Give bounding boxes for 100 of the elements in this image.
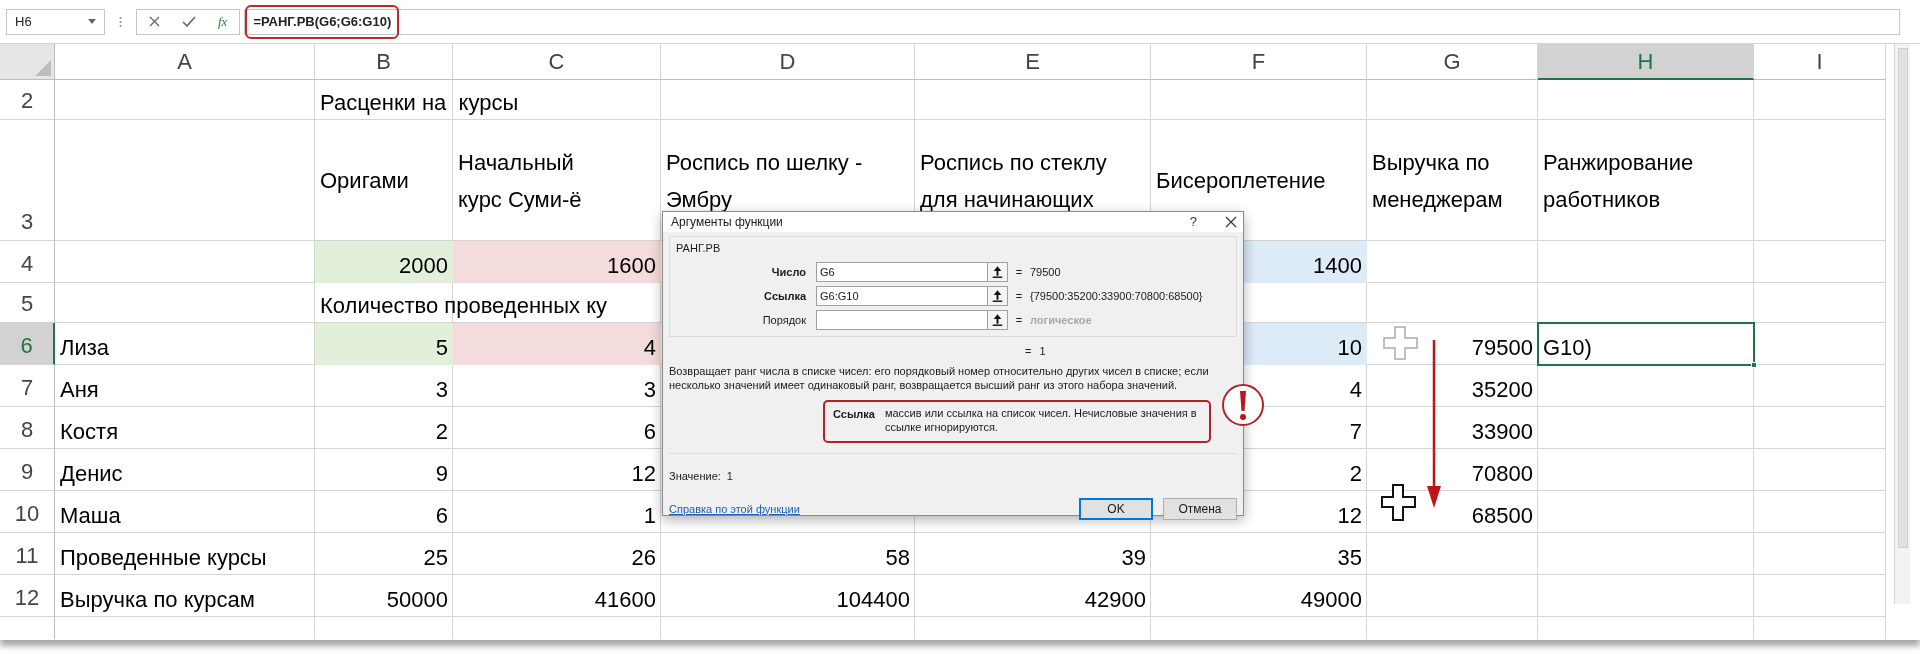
cell-text: Начальный курс Суми-ё — [458, 148, 582, 214]
cell-text: 9 — [435, 460, 448, 488]
equals-sign: = — [1014, 288, 1024, 304]
cell-text: Выручка по курсам — [60, 586, 255, 614]
value-text: 1 — [726, 468, 733, 484]
cell-text: Аня — [60, 376, 99, 404]
function-name: РАНГ.РВ — [676, 240, 721, 256]
table-cell[interactable]: 4 — [453, 323, 661, 365]
cell-text: 41600 — [594, 586, 656, 614]
cell-text: Костя — [60, 418, 119, 446]
argument-field[interactable]: G6 — [816, 262, 988, 282]
insert-function-button[interactable]: fx — [218, 11, 228, 32]
row-header[interactable]: 3 — [0, 120, 55, 241]
help-link[interactable]: Справка по этой функции — [669, 500, 1069, 518]
row-header[interactable]: 6 — [0, 323, 55, 365]
dialog-button[interactable]: Отмена — [1163, 498, 1237, 520]
cell-text: Маша — [60, 502, 121, 530]
row-header[interactable]: 5 — [0, 283, 55, 323]
name-box[interactable]: H6 — [6, 8, 105, 35]
argument-help-text: массив или ссылка на список чисел. Нечисловые значения в ссылке игнорируются. — [884, 405, 1198, 435]
cell-text: 12 — [1337, 502, 1362, 530]
cell-text: 3 — [643, 376, 656, 404]
row-header[interactable]: 9 — [0, 449, 55, 491]
cell-text: Ранжирование работников — [1543, 148, 1695, 214]
exclamation-icon — [1221, 383, 1265, 427]
cell-text: Роспись по шелку - Эмбру — [666, 148, 864, 214]
cell-text: Оригами — [320, 167, 409, 195]
cell-text: 12 — [631, 460, 656, 488]
cell-text: 4 — [1349, 376, 1362, 404]
help-button[interactable]: ? — [1189, 212, 1197, 232]
cell-text: 70800 — [1471, 460, 1533, 488]
cell-text: Лиза — [60, 334, 110, 362]
cell-text: Выручка по менеджерам — [1372, 148, 1504, 214]
argument-result: 79500 — [1030, 264, 1062, 280]
collapse-dialog-icon[interactable] — [988, 286, 1008, 306]
collapse-dialog-icon[interactable] — [988, 310, 1008, 330]
argument-label: Ссылка — [763, 288, 808, 304]
crosshair-cursor-icon — [1380, 484, 1418, 522]
argument-help-name: Ссылка — [833, 406, 875, 422]
equals-sign: = — [1014, 264, 1024, 280]
row-header[interactable]: 10 — [0, 491, 55, 533]
cell-text: 49000 — [1300, 586, 1362, 614]
row-header[interactable]: 11 — [0, 533, 55, 575]
cell-text: 1 — [643, 502, 656, 530]
cancel-icon[interactable] — [149, 16, 160, 27]
cell-text: 25 — [423, 544, 448, 572]
table-cell[interactable]: 1600 — [453, 241, 661, 283]
cell-text: Проведенные курсы — [60, 544, 267, 572]
cell-text: 2 — [435, 418, 448, 446]
table-cell[interactable]: 5 — [315, 323, 453, 365]
cell-text: 33900 — [1471, 418, 1533, 446]
argument-result: логическое — [1030, 312, 1093, 328]
cell-text: Расценки на курсы — [320, 89, 519, 117]
cell-text: 58 — [885, 544, 910, 572]
dots-icon — [119, 15, 122, 28]
crosshair-cursor-icon — [1383, 326, 1419, 360]
cell-text: Денис — [60, 460, 123, 488]
cell-text: 35200 — [1471, 376, 1533, 404]
row-header[interactable]: 4 — [0, 241, 55, 283]
cell-text: Количество проведенных ку — [320, 292, 607, 320]
column-header[interactable]: H — [1538, 44, 1754, 80]
row-header[interactable]: 8 — [0, 407, 55, 449]
argument-result: {79500:35200:33900:70800:68500} — [1030, 288, 1204, 304]
cell-text: G10) — [1543, 334, 1592, 362]
row-header[interactable]: 2 — [0, 80, 55, 120]
equals-sign: = — [1025, 344, 1032, 359]
cell-text: 68500 — [1471, 502, 1533, 530]
cell-text: Бисероплетение — [1156, 167, 1326, 195]
table-cell[interactable]: 2000 — [315, 241, 453, 283]
formula-text: =РАНГ.РВ(G6;G6:G10) — [253, 12, 392, 31]
dialog-title: Аргументы функции — [671, 213, 783, 231]
cell-text: 104400 — [836, 586, 910, 614]
cell-text: 2 — [1349, 460, 1362, 488]
scroll-thumb[interactable] — [1897, 48, 1908, 548]
value-label: Значение: — [669, 468, 721, 484]
argument-label: Число — [770, 264, 807, 280]
equals-sign: = — [1014, 312, 1024, 328]
dropdown-caret-icon — [88, 19, 96, 24]
cell-text: 6 — [435, 502, 448, 530]
row-header[interactable]: 12 — [0, 575, 55, 617]
argument-label: Порядок — [761, 312, 807, 328]
cell-text: 6 — [643, 418, 656, 446]
cell-text: 50000 — [386, 586, 448, 614]
row-header[interactable]: 7 — [0, 365, 55, 407]
cell-text: 39 — [1121, 544, 1146, 572]
cell-text: 42900 — [1084, 586, 1146, 614]
cell-text: Роспись по стеклу для начинающих — [920, 148, 1108, 214]
argument-field[interactable]: G6:G10 — [816, 286, 988, 306]
function-description: Возвращает ранг числа в списке чисел: его порядковый номер относительно других чисел в списке; если несколько значений имеет одинаковый ранг, возвращается высший ранг из этого набора значений. — [669, 363, 1210, 392]
check-icon[interactable] — [182, 16, 196, 27]
dialog-button[interactable]: OK — [1079, 498, 1153, 520]
formula-result: 1 — [1039, 344, 1046, 359]
cell-text: 35 — [1337, 544, 1362, 572]
cell-text: 3 — [435, 376, 448, 404]
scroll-bar[interactable] — [1894, 44, 1910, 604]
cell-text: 26 — [631, 544, 656, 572]
collapse-dialog-icon[interactable] — [988, 262, 1008, 282]
argument-field[interactable] — [816, 310, 988, 330]
cell-text: 7 — [1349, 418, 1362, 446]
close-icon[interactable] — [1225, 215, 1237, 228]
